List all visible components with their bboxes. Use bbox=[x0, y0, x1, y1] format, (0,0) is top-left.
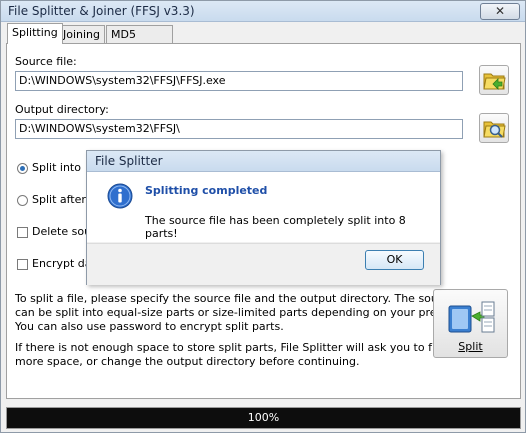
dialog-title: File Splitter bbox=[95, 154, 163, 168]
dialog-body: Splitting completed The source file has … bbox=[87, 172, 440, 242]
progress-bar: 100% bbox=[6, 407, 521, 429]
split-button[interactable]: Split bbox=[433, 289, 508, 358]
open-folder-icon bbox=[483, 73, 506, 90]
dialog-title-bar[interactable]: File Splitter bbox=[87, 151, 440, 172]
delete-source-checkbox[interactable] bbox=[17, 227, 28, 238]
description-line: You can also use password to encrypt spl… bbox=[15, 320, 284, 333]
split-after-radio[interactable] bbox=[17, 195, 28, 206]
source-file-field[interactable]: D:\WINDOWS\system32\FFSJ\FFSJ.exe bbox=[15, 71, 463, 91]
encrypt-checkbox[interactable] bbox=[17, 259, 28, 270]
main-window: File Splitter & Joiner (FFSJ v3.3) ✕ Spl… bbox=[0, 0, 526, 433]
tab-joining[interactable]: Joining bbox=[58, 25, 106, 43]
description-line: To split a file, please specify the sour… bbox=[15, 292, 476, 305]
tab-md5-checksum[interactable]: MD5 Checksum bbox=[106, 25, 174, 58]
split-into-label: Split into bbox=[32, 161, 81, 174]
completion-dialog: File Splitter Splitting completed The so… bbox=[86, 150, 441, 285]
close-button[interactable]: ✕ bbox=[480, 3, 520, 20]
window-title: File Splitter & Joiner (FFSJ v3.3) bbox=[8, 4, 195, 18]
dialog-footer: OK bbox=[87, 243, 440, 285]
tab-splitting[interactable]: Splitting bbox=[7, 23, 63, 44]
dialog-heading: Splitting completed bbox=[145, 184, 268, 197]
output-directory-label: Output directory: bbox=[15, 103, 109, 116]
browse-directory-button[interactable] bbox=[479, 113, 509, 143]
browse-file-button[interactable] bbox=[479, 65, 509, 95]
info-icon bbox=[107, 183, 133, 209]
output-directory-field[interactable]: D:\WINDOWS\system32\FFSJ\ bbox=[15, 119, 463, 139]
search-folder-icon bbox=[483, 121, 506, 138]
source-file-label: Source file: bbox=[15, 55, 77, 68]
split-file-icon bbox=[448, 301, 495, 333]
split-button-label: Split bbox=[458, 340, 483, 353]
description-line: can be split into equal-size parts or si… bbox=[15, 306, 482, 319]
description-line: If there is not enough space to store sp… bbox=[15, 341, 484, 354]
dialog-message: The source file has been completely spli… bbox=[145, 214, 406, 240]
description-text: To split a file, please specify the sour… bbox=[15, 292, 483, 369]
description-line: more space, or change the output directo… bbox=[15, 355, 360, 368]
progress-text: 100% bbox=[247, 411, 280, 424]
split-into-radio[interactable] bbox=[17, 163, 28, 174]
title-bar[interactable]: File Splitter & Joiner (FFSJ v3.3) ✕ bbox=[1, 1, 525, 22]
ok-button[interactable]: OK bbox=[365, 250, 424, 270]
